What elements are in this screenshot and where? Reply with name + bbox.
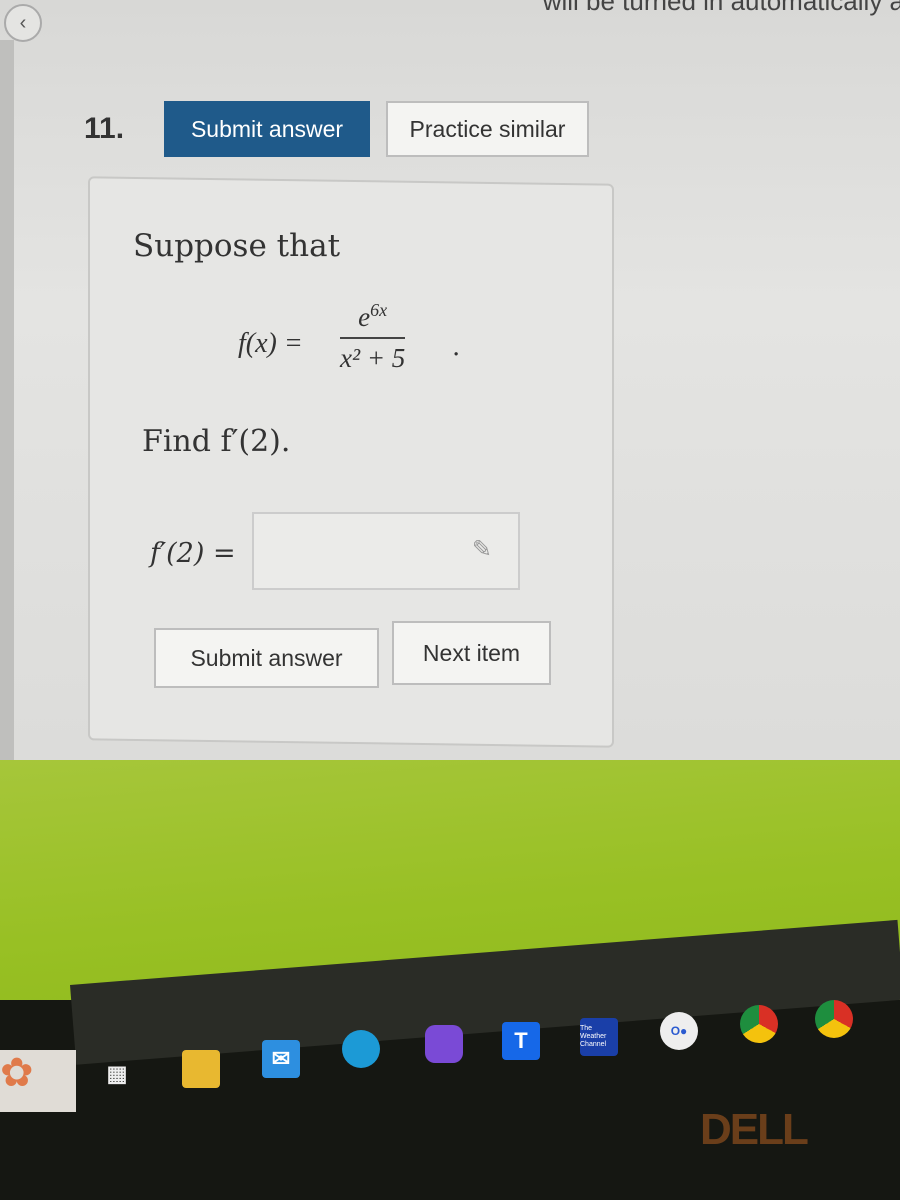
partial-notice: will be turned in automatically a [542,0,900,16]
denominator: x² + 5 [340,343,406,373]
zoom-icon[interactable]: O● [660,1012,698,1050]
submit-answer-button[interactable]: Submit answer [154,628,379,688]
question-intro: Suppose that [133,228,341,264]
numerator: e6x [340,300,406,339]
next-item-button[interactable]: Next item [392,621,551,685]
dell-logo: DELL [700,1105,809,1154]
chrome-profile-icon[interactable] [815,1000,853,1038]
chevron-left-icon[interactable]: ‹ [4,4,42,42]
mail-icon[interactable]: ✉ [262,1040,300,1078]
question-number: 11. [84,112,125,145]
left-edge [0,40,14,760]
task-view-icon[interactable]: ▦ [98,1055,136,1093]
numerator-base: e [358,302,371,332]
function-fraction: e6x x² + 5 [340,300,406,374]
chrome-icon[interactable] [740,1005,778,1043]
flower-wallpaper-icon: ✿ [0,1050,76,1112]
submit-answer-button-top[interactable]: Submit answer [164,101,370,157]
t-app-icon[interactable]: T [502,1022,540,1060]
weather-channel-icon[interactable]: The Weather Channel [580,1018,618,1056]
function-lhs: f(x) = [238,328,303,359]
file-explorer-icon[interactable] [182,1050,220,1088]
practice-similar-button[interactable]: Practice similar [386,101,589,157]
numerator-exponent: 6x [370,300,388,320]
answer-label: f′(2) = [150,538,236,569]
edge-icon[interactable] [342,1030,380,1068]
browser-page: will be turned in automatically a ‹ 11. … [0,0,900,760]
pencil-icon[interactable]: ✎ [472,535,492,564]
copilot-icon[interactable] [425,1025,463,1063]
question-prompt: Find f′(2). [142,424,291,459]
period: . [452,332,461,362]
answer-input[interactable]: ✎ [252,512,520,590]
